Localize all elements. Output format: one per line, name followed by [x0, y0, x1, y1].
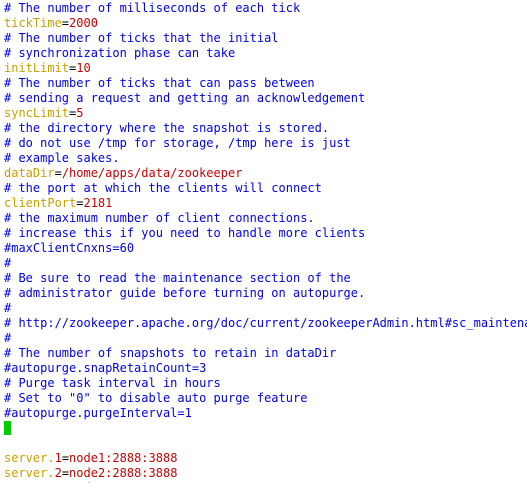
comment-text: # synchronization phase can take — [4, 46, 236, 60]
comment-text: #autopurge.purgeInterval=1 — [4, 406, 192, 420]
server-number: 2 — [54, 466, 62, 480]
comment-text: # The number of ticks that can pass betw… — [4, 76, 315, 90]
comment-text: # example sakes. — [4, 151, 120, 165]
comment-line: # — [4, 256, 527, 271]
text-cursor — [4, 421, 11, 435]
comment-text: #maxClientCnxns=60 — [4, 241, 135, 255]
comment-line: # — [4, 331, 527, 346]
config-operator: = — [61, 16, 70, 30]
comment-line: # sending a request and getting an ackno… — [4, 91, 527, 106]
comment-line: # the directory where the snapshot is st… — [4, 121, 527, 136]
comment-text: # the maximum number of client connectio… — [4, 211, 315, 225]
comment-text: # The number of snapshots to retain in d… — [4, 346, 337, 360]
comment-line: # The number of ticks that the initial — [4, 31, 527, 46]
comment-line: # the maximum number of client connectio… — [4, 211, 527, 226]
config-value: 2181 — [83, 196, 113, 210]
comment-line: # — [4, 301, 527, 316]
comment-line: # do not use /tmp for storage, /tmp here… — [4, 136, 527, 151]
comment-text: # Purge task interval in hours — [4, 376, 221, 390]
server-key: server. — [4, 466, 55, 480]
server-line: server.1=node1:2888:3888 — [4, 451, 527, 466]
comment-text: # The number of ticks that the initial — [4, 31, 279, 45]
comment-line: # synchronization phase can take — [4, 46, 527, 61]
comment-text: # the port at which the clients will con… — [4, 181, 322, 195]
server-address: node1:2888:3888 — [69, 451, 178, 465]
config-key: dataDir — [4, 166, 55, 180]
config-operator: = — [54, 166, 62, 180]
comment-line: # The number of milliseconds of each tic… — [4, 1, 527, 16]
comment-text: # The number of milliseconds of each tic… — [4, 1, 301, 15]
comment-text: # the directory where the snapshot is st… — [4, 121, 330, 135]
config-line: dataDir=/home/apps/data/zookeeper — [4, 166, 527, 181]
server-line: server.2=node2:2888:3888 — [4, 466, 527, 481]
comment-text: #autopurge.snapRetainCount=3 — [4, 361, 207, 375]
comment-text: # sending a request and getting an ackno… — [4, 91, 366, 105]
comment-line: # the port at which the clients will con… — [4, 181, 527, 196]
comment-text: # Be sure to read the maintenance sectio… — [4, 271, 351, 285]
server-address: node2:2888:3888 — [69, 466, 178, 480]
comment-text: # do not use /tmp for storage, /tmp here… — [4, 136, 351, 150]
comment-line: #autopurge.snapRetainCount=3 — [4, 361, 527, 376]
comment-line: # The number of snapshots to retain in d… — [4, 346, 527, 361]
config-line: initLimit=10 — [4, 61, 527, 76]
comment-line: # increase this if you need to handle mo… — [4, 226, 527, 241]
comment-text: # Set to "0" to disable auto purge featu… — [4, 391, 308, 405]
config-value: /home/apps/data/zookeeper — [61, 166, 243, 180]
comment-line: # The number of ticks that can pass betw… — [4, 76, 527, 91]
comment-line: # http://zookeeper.apache.org/doc/curren… — [4, 316, 527, 331]
config-key: initLimit — [4, 61, 70, 75]
comment-line: # Set to "0" to disable auto purge featu… — [4, 391, 527, 406]
comment-line: # Purge task interval in hours — [4, 376, 527, 391]
comment-text: # increase this if you need to handle mo… — [4, 226, 366, 240]
config-line: tickTime=2000 — [4, 16, 527, 31]
server-key: server. — [4, 451, 55, 465]
comment-text: # — [4, 331, 12, 345]
server-number: 1 — [54, 451, 62, 465]
comment-line: #autopurge.purgeInterval=1 — [4, 406, 527, 421]
comment-line: # example sakes. — [4, 151, 527, 166]
comment-text: # — [4, 256, 12, 270]
comment-line: # administrator guide before turning on … — [4, 286, 527, 301]
config-value: 2000 — [69, 16, 98, 30]
cursor-line — [4, 421, 527, 436]
comment-text: # administrator guide before turning on … — [4, 286, 366, 300]
config-operator: = — [61, 451, 70, 465]
config-value: 10 — [76, 61, 91, 75]
config-key: tickTime — [4, 16, 62, 30]
comment-line: # Be sure to read the maintenance sectio… — [4, 271, 527, 286]
config-operator: = — [61, 466, 70, 480]
config-key: clientPort — [4, 196, 77, 210]
text-editor[interactable]: # The number of milliseconds of each tic… — [4, 1, 527, 483]
config-line: clientPort=2181 — [4, 196, 527, 211]
comment-text: # http://zookeeper.apache.org/doc/curren… — [4, 316, 527, 330]
config-key: syncLimit — [4, 106, 70, 120]
comment-text: # — [4, 301, 12, 315]
config-line: syncLimit=5 — [4, 106, 527, 121]
comment-line: #maxClientCnxns=60 — [4, 241, 527, 256]
config-value: 5 — [76, 106, 84, 120]
